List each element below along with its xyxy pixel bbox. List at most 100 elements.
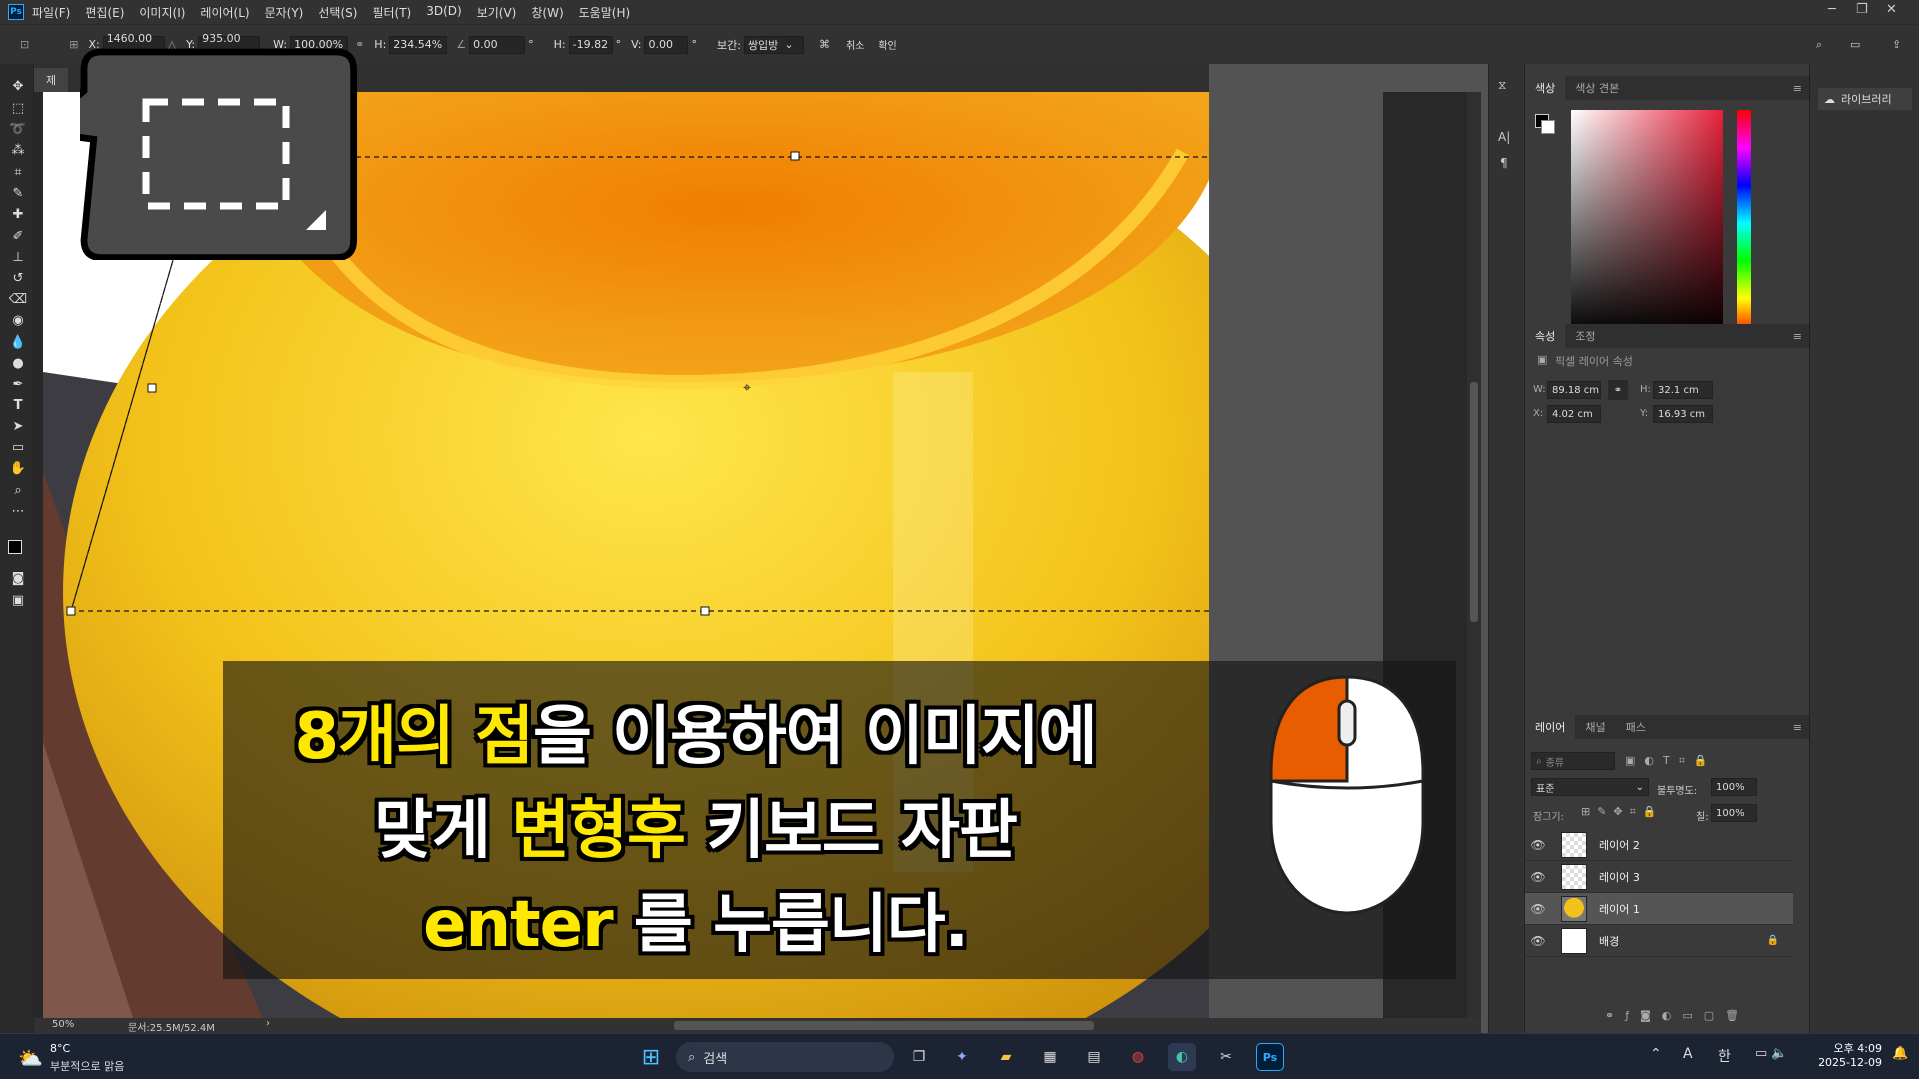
dodge-icon[interactable]: ● <box>8 353 28 373</box>
background-color-chip[interactable] <box>1541 120 1555 134</box>
task-view-icon[interactable]: ❐ <box>905 1043 933 1071</box>
chrome-icon[interactable]: ◍ <box>1124 1043 1152 1071</box>
cancel-transform-button[interactable]: 취소 <box>846 37 864 52</box>
share-icon[interactable]: ⇪ <box>1892 38 1901 51</box>
search-box[interactable]: ⌕ 검색 <box>676 1042 894 1072</box>
photoshop-taskbar-icon[interactable]: Ps <box>1256 1043 1284 1071</box>
tab-swatches[interactable]: 색상 견본 <box>1565 76 1629 100</box>
edge-icon[interactable]: ◐ <box>1168 1043 1196 1071</box>
commit-transform-button[interactable]: 확인 <box>878 37 896 52</box>
healing-icon[interactable]: ✚ <box>8 204 28 224</box>
skew-v-field[interactable]: 0.00 <box>644 35 689 54</box>
prop-w-field[interactable]: 89.18 cm <box>1547 381 1601 399</box>
clock-time[interactable]: 오후 4:09 <box>1812 1040 1882 1056</box>
menu-item[interactable]: 이미지(I) <box>139 4 185 21</box>
prop-h-field[interactable]: 32.1 cm <box>1653 381 1713 399</box>
hand-icon[interactable]: ✋ <box>8 458 28 478</box>
foreground-color-swatch[interactable] <box>8 540 22 554</box>
prop-y-field[interactable]: 16.93 cm <box>1653 405 1713 423</box>
magic-wand-icon[interactable]: ⁂ <box>8 140 28 160</box>
workspace-icon[interactable]: ▭ <box>1850 38 1860 51</box>
warp-icon[interactable]: ⌘ <box>819 38 830 51</box>
clock-date[interactable]: 2025-12-09 <box>1812 1056 1882 1069</box>
chevron-right-icon[interactable]: › <box>266 1018 270 1029</box>
tab-paths[interactable]: 패스 <box>1616 715 1656 739</box>
document-tab[interactable]: 제 <box>34 68 68 92</box>
eyedropper-icon[interactable]: ✎ <box>8 183 28 203</box>
tab-layers[interactable]: 레이어 <box>1525 715 1576 739</box>
notification-icon[interactable]: 🔔 <box>1892 1046 1908 1061</box>
screen-mode-icon[interactable]: ▣ <box>8 590 28 610</box>
layer-row[interactable]: 👁 레이어 3 <box>1525 861 1793 893</box>
photoshop-logo[interactable]: Ps <box>8 4 24 20</box>
layer-filter-field[interactable]: ⌕ 종류 <box>1531 752 1615 770</box>
h-field[interactable]: 234.54% <box>389 35 448 54</box>
search-icon[interactable]: ⌕ <box>1816 38 1822 52</box>
weather-icon[interactable]: ⛅ <box>18 1046 43 1070</box>
horizontal-scroll-thumb[interactable] <box>674 1021 1094 1030</box>
layer-filter-icons[interactable]: ▣◐T⌗🔒 <box>1625 754 1717 768</box>
scroll-thumb[interactable] <box>1470 382 1478 622</box>
menu-item[interactable]: 문자(Y) <box>265 4 304 21</box>
link-dimensions-icon[interactable]: ⚭ <box>1608 380 1628 400</box>
color-field[interactable] <box>1571 110 1723 336</box>
store-icon[interactable]: ▦ <box>1036 1043 1064 1071</box>
menu-item[interactable]: 창(W) <box>531 4 563 21</box>
tab-color[interactable]: 색상 <box>1525 76 1566 100</box>
ime-mode-korean[interactable]: 한 <box>1718 1046 1731 1066</box>
tab-adjustments[interactable]: 조정 <box>1565 324 1605 348</box>
panel-menu-icon[interactable]: ≡ <box>1793 721 1802 734</box>
pen-icon[interactable]: ✒ <box>8 374 28 394</box>
interpolation-select[interactable]: 쌍입방 ⌄ <box>743 35 804 54</box>
menu-item[interactable]: 도움말(H) <box>579 4 631 21</box>
paint-bucket-icon[interactable]: ◉ <box>8 310 28 330</box>
eye-icon[interactable]: 👁 <box>1527 838 1549 852</box>
blend-mode-select[interactable]: 표준 ⌄ <box>1531 778 1649 796</box>
libraries-button[interactable]: ☁ 라이브러리 <box>1818 88 1912 110</box>
more-icon[interactable]: ⋯ <box>8 501 28 521</box>
layer-row[interactable]: 👁 배경 🔒 <box>1525 925 1793 957</box>
panel-menu-icon[interactable]: ≡ <box>1793 330 1802 343</box>
angle-field[interactable]: 0.00 <box>469 35 526 54</box>
eye-icon[interactable]: 👁 <box>1527 902 1549 916</box>
path-select-icon[interactable]: ➤ <box>8 416 28 436</box>
menu-item[interactable]: 3D(D) <box>426 4 461 21</box>
menu-item[interactable]: 보기(V) <box>477 4 517 21</box>
skew-h-field[interactable]: -19.82 <box>568 35 613 54</box>
history-icon[interactable]: ⧖ <box>1498 78 1506 93</box>
chevron-up-icon[interactable]: ⌃ <box>1650 1046 1662 1062</box>
lock-icon[interactable]: 🔒 <box>1767 935 1779 946</box>
move-icon[interactable]: ✥ <box>8 76 28 96</box>
crop-icon[interactable]: ⌗ <box>8 162 28 182</box>
prop-x-field[interactable]: 4.02 cm <box>1547 405 1601 423</box>
lock-options-icons[interactable]: ⊞✎✥⌗🔒 <box>1581 805 1664 819</box>
vertical-scrollbar[interactable] <box>1467 92 1481 1018</box>
blur-icon[interactable]: 💧 <box>8 332 28 352</box>
hue-slider[interactable] <box>1737 110 1751 336</box>
ime-mode-a[interactable]: A <box>1683 1046 1693 1062</box>
brush-icon[interactable]: ✐ <box>8 226 28 246</box>
eraser-icon[interactable]: ⌫ <box>8 289 28 309</box>
fill-field[interactable]: 100% <box>1711 804 1757 822</box>
eye-icon[interactable]: 👁 <box>1527 934 1549 948</box>
zoom-icon[interactable]: ⌕ <box>8 480 28 500</box>
layer-footer-icons[interactable]: ⚭ƒ◙◐▭▢🗑 <box>1605 1009 1750 1022</box>
calculator-icon[interactable]: ▤ <box>1080 1043 1108 1071</box>
menu-item[interactable]: 파일(F) <box>32 4 70 21</box>
panel-menu-icon[interactable]: ≡ <box>1793 82 1802 95</box>
menu-item[interactable]: 선택(S) <box>318 4 357 21</box>
snipping-tool-icon[interactable]: ✂ <box>1212 1043 1240 1071</box>
layer-row[interactable]: 👁 레이어 2 <box>1525 829 1793 861</box>
close-icon[interactable]: ✕ <box>1886 2 1897 17</box>
minimize-icon[interactable]: ─ <box>1828 2 1836 17</box>
file-explorer-icon[interactable]: ▰ <box>992 1043 1020 1071</box>
menu-item[interactable]: 필터(T) <box>372 4 411 21</box>
layer-row[interactable]: 👁 레이어 1 <box>1525 893 1793 925</box>
marquee-icon[interactable]: ⬚ <box>8 98 28 118</box>
lasso-icon[interactable]: ➰ <box>8 119 28 139</box>
zoom-level[interactable]: 50% <box>52 1019 74 1030</box>
stamp-icon[interactable]: ⊥ <box>8 247 28 267</box>
rectangle-icon[interactable]: ▭ <box>8 437 28 457</box>
copilot-icon[interactable]: ✦ <box>948 1043 976 1071</box>
restore-icon[interactable]: ❐ <box>1856 2 1868 17</box>
